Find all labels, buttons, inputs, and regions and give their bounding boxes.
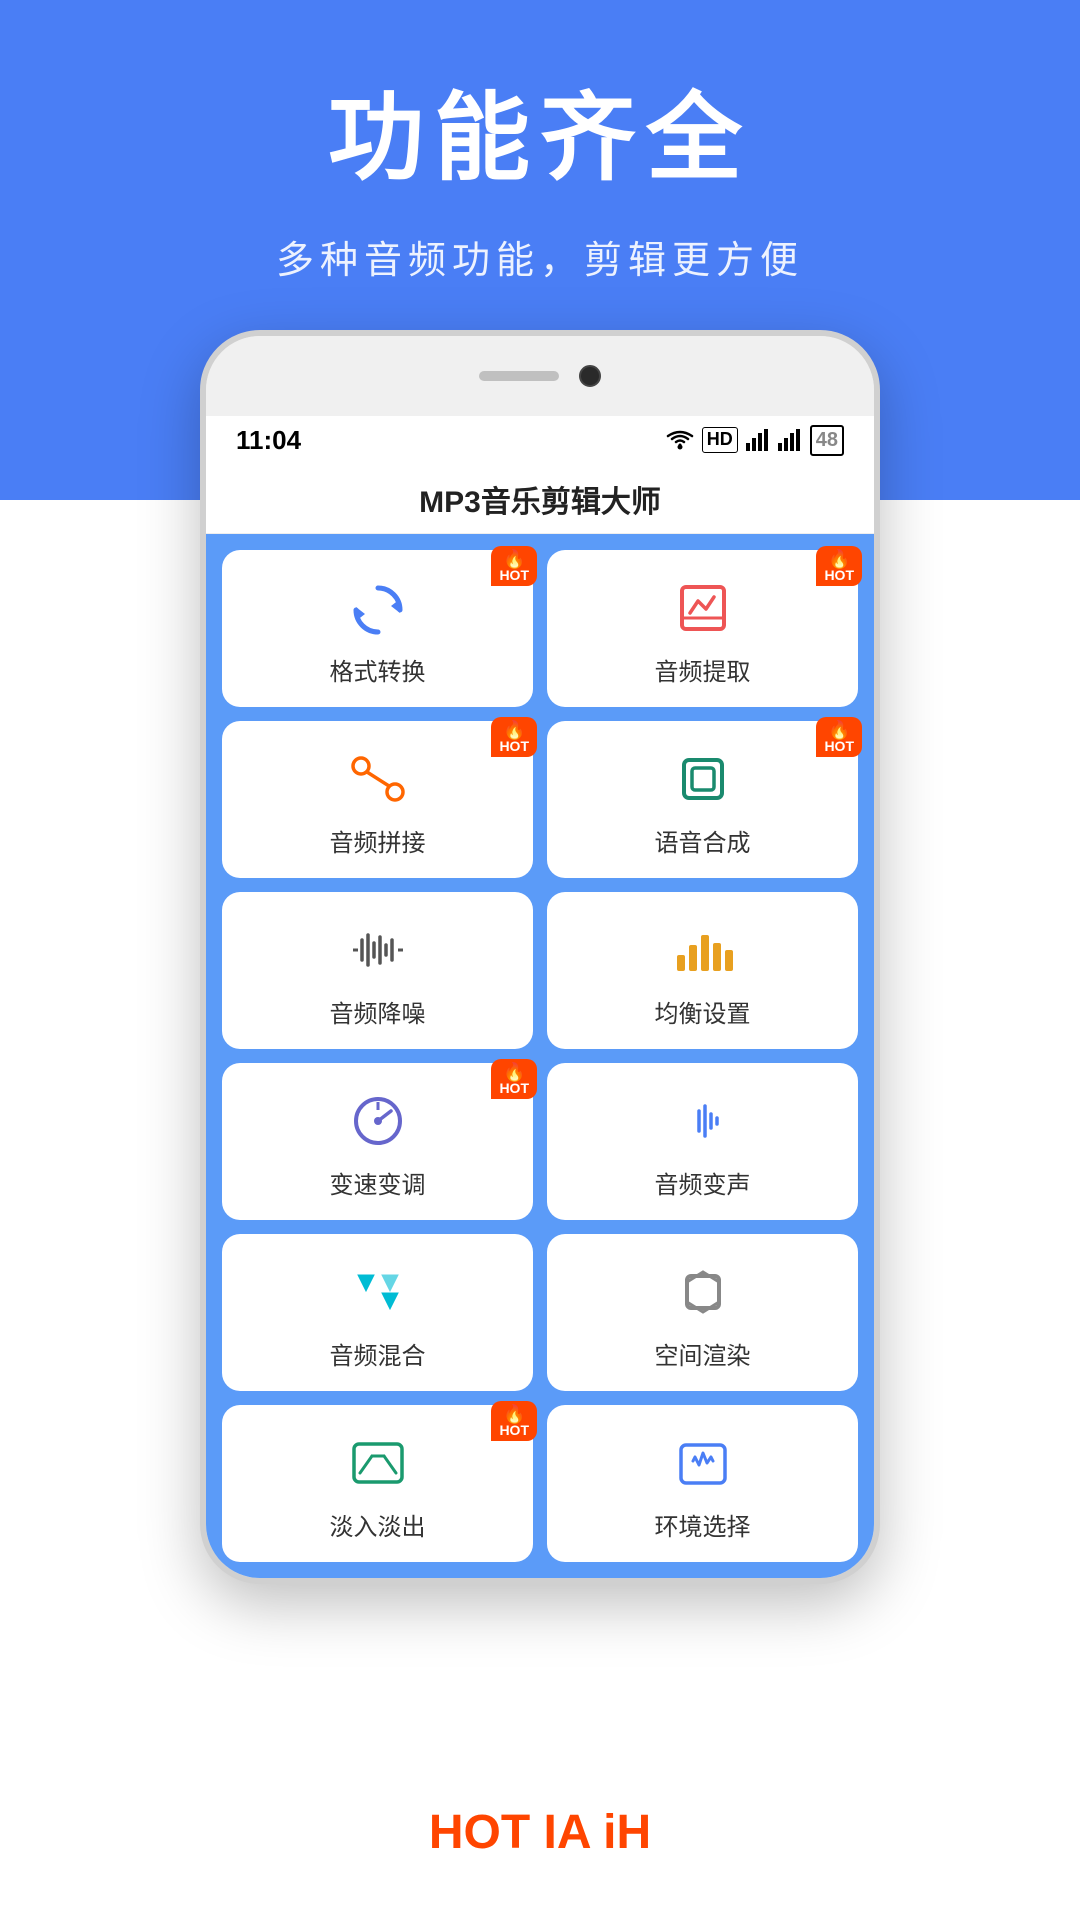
app-title: MP3音乐剪辑大师	[419, 477, 661, 521]
phone-mockup: 11:04 HD	[200, 330, 880, 1584]
status-time: 11:04	[236, 425, 301, 456]
mix-icon	[348, 1262, 408, 1322]
env-icon	[673, 1433, 733, 1493]
hd-label: HD	[702, 427, 738, 453]
phone-frame: 11:04 HD	[200, 330, 880, 1584]
voice-change-label: 音频变声	[655, 1165, 751, 1200]
grid-item-env-select[interactable]: 环境选择	[547, 1405, 858, 1562]
fade-icon	[348, 1433, 408, 1493]
noise-icon	[348, 920, 408, 980]
hot-badge: HOT	[816, 546, 862, 586]
synthesis-icon	[673, 749, 733, 809]
header-title: 功能齐全	[0, 60, 1080, 199]
env-select-label: 环境选择	[655, 1507, 751, 1542]
noise-reduction-label: 音频降噪	[330, 994, 426, 1029]
app-title-bar: MP3音乐剪辑大师	[206, 464, 874, 534]
hot-badge: HOT	[816, 717, 862, 757]
audio-splice-label: 音频拼接	[330, 823, 426, 858]
battery-icon: 48	[810, 425, 844, 456]
splice-icon	[348, 749, 408, 809]
phone-top	[206, 336, 874, 416]
grid-item-voice-change[interactable]: 音频变声	[547, 1063, 858, 1220]
phone-speaker	[479, 371, 559, 381]
hot-badge: HOT	[491, 1059, 537, 1099]
feature-grid: HOT 格式转换 HOT	[222, 550, 858, 1562]
audio-mix-label: 音频混合	[330, 1336, 426, 1371]
header-subtitle: 多种音频功能，剪辑更方便	[0, 229, 1080, 284]
grid-item-speed-tune[interactable]: HOT 变速变调	[222, 1063, 533, 1220]
grid-area: HOT 格式转换 HOT	[206, 534, 874, 1578]
grid-item-audio-splice[interactable]: HOT 音频拼接	[222, 721, 533, 878]
grid-item-format-convert[interactable]: HOT 格式转换	[222, 550, 533, 707]
signal2-icon	[778, 429, 802, 451]
phone-camera	[579, 365, 601, 387]
grid-item-fade-inout[interactable]: HOT 淡入淡出	[222, 1405, 533, 1562]
hot-text: HOT IA iH	[429, 1805, 651, 1860]
grid-item-noise-reduction[interactable]: 音频降噪	[222, 892, 533, 1049]
equalizer-label: 均衡设置	[655, 994, 751, 1029]
hot-badge: HOT	[491, 546, 537, 586]
header-section: 功能齐全 多种音频功能，剪辑更方便	[0, 60, 1080, 284]
grid-item-voice-synthesis[interactable]: HOT 语音合成	[547, 721, 858, 878]
spatial-render-label: 空间渲染	[655, 1336, 751, 1371]
equalizer-icon	[673, 920, 733, 980]
grid-item-equalizer[interactable]: 均衡设置	[547, 892, 858, 1049]
fade-inout-label: 淡入淡出	[330, 1507, 426, 1542]
format-convert-label: 格式转换	[330, 652, 426, 687]
audio-extract-label: 音频提取	[655, 652, 751, 687]
voicechange-icon	[673, 1091, 733, 1151]
grid-item-audio-mix[interactable]: 音频混合	[222, 1234, 533, 1391]
grid-item-spatial-render[interactable]: 空间渲染	[547, 1234, 858, 1391]
voice-synthesis-label: 语音合成	[655, 823, 751, 858]
signal1-icon	[746, 429, 770, 451]
grid-item-audio-extract[interactable]: HOT 音频提取	[547, 550, 858, 707]
status-icons: HD 48	[666, 425, 844, 456]
extract-icon	[673, 578, 733, 638]
hot-badge: HOT	[491, 1401, 537, 1441]
hot-text-bottom: HOT IA iH	[429, 1805, 651, 1860]
speed-icon	[348, 1091, 408, 1151]
spatial-icon	[673, 1262, 733, 1322]
status-bar: 11:04 HD	[206, 416, 874, 464]
wifi-icon	[666, 429, 694, 451]
hot-badge: HOT	[491, 717, 537, 757]
speed-tune-label: 变速变调	[330, 1165, 426, 1200]
convert-icon	[348, 578, 408, 638]
